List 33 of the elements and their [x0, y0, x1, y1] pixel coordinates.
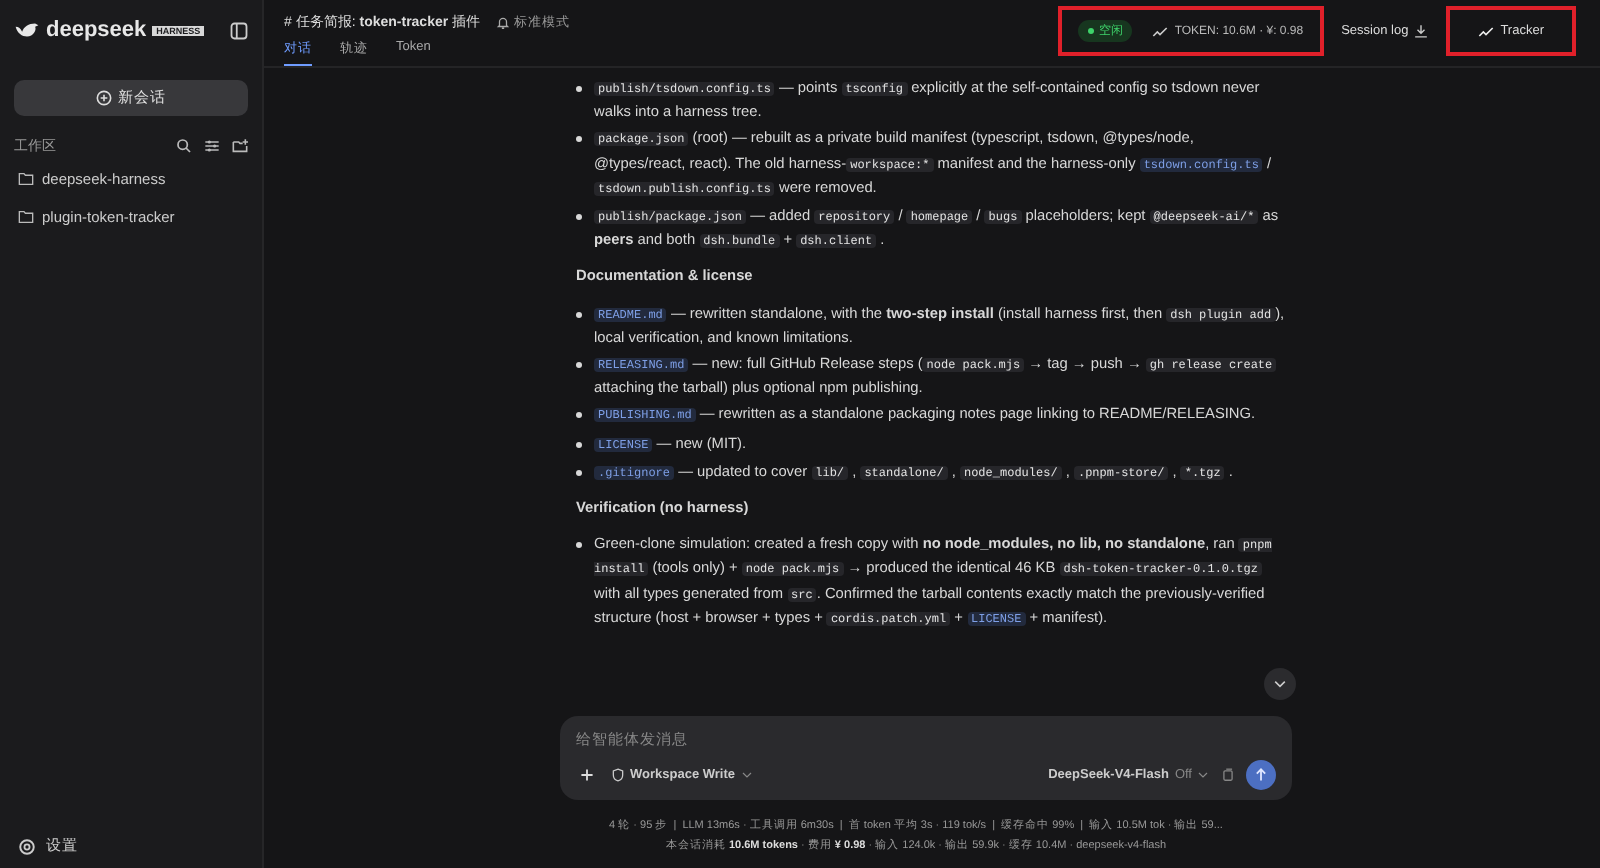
folder-icon	[18, 171, 34, 185]
download-icon	[1414, 24, 1429, 38]
new-folder-icon[interactable]	[232, 138, 248, 154]
plus-icon	[580, 768, 594, 782]
bullet-dot	[576, 412, 582, 419]
logo-text: deepseek	[46, 18, 147, 42]
plus-circle-icon	[96, 90, 112, 106]
send-button[interactable]	[1246, 760, 1276, 790]
trend-icon	[1478, 25, 1495, 37]
search-icon[interactable]	[176, 138, 192, 154]
chevron-down-icon	[1274, 680, 1286, 688]
bullet-dot	[576, 86, 582, 92]
bullet-dot	[576, 362, 582, 369]
shield-icon	[612, 768, 624, 782]
bullet-dot	[576, 214, 582, 221]
whale-logo-icon	[14, 20, 40, 40]
arrow-up-icon	[1254, 768, 1268, 782]
settings-icon	[18, 837, 36, 855]
caret-icon	[1198, 772, 1208, 778]
bullet-dot	[576, 441, 582, 448]
sidebar-toggle-icon[interactable]	[230, 21, 248, 39]
bell-icon	[496, 15, 511, 29]
caret-icon	[741, 772, 752, 778]
bullet-dot	[576, 311, 582, 318]
add-button[interactable]	[576, 764, 598, 786]
bullet-dot	[576, 469, 582, 476]
folder-icon	[18, 209, 34, 223]
scroll-down-button[interactable]	[1264, 668, 1296, 700]
filter-icon[interactable]	[204, 138, 220, 154]
bullet-dot	[576, 542, 582, 549]
bullet-dot	[576, 136, 582, 143]
trend-icon	[1152, 25, 1169, 37]
copy-icon[interactable]	[1222, 768, 1234, 782]
